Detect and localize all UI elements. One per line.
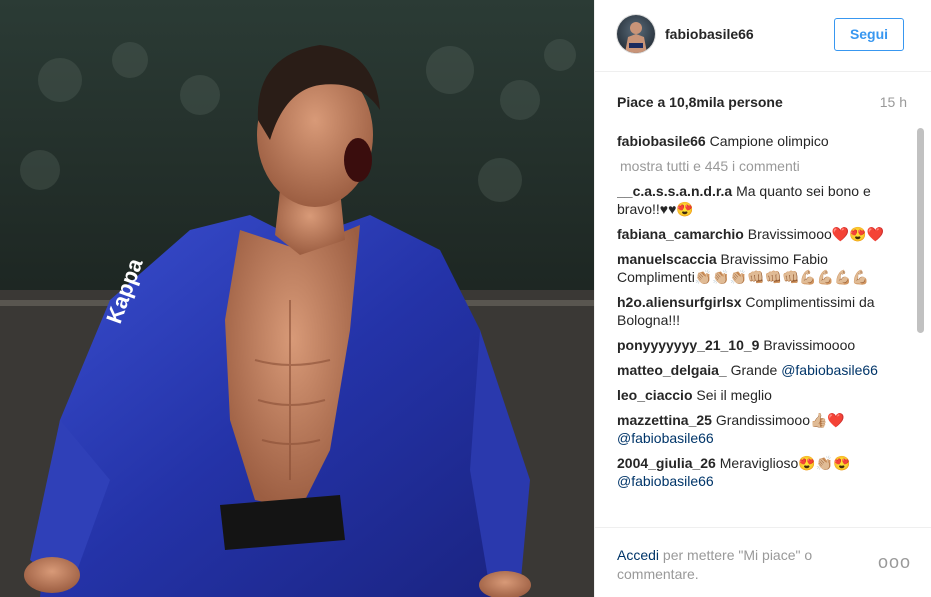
comment-username[interactable]: h2o.aliensurfgirlsx [617,294,741,310]
follow-button[interactable]: Segui [834,18,904,51]
comment-username[interactable]: leo_ciaccio [617,387,693,403]
more-options-icon[interactable]: ooo [878,552,911,573]
comment-username[interactable]: manuelscaccia [617,251,717,267]
comment-text: Bravissimoooo [763,337,856,353]
comment-text: Meraviglioso😍👏🏼😍 [719,455,851,471]
list-item: 2004_giulia_26 Meraviglioso😍👏🏼😍 @fabiobas… [617,454,900,490]
comment-mention[interactable]: @fabiobasile66 [617,473,714,489]
caption-text: Campione olimpico [709,133,829,149]
list-item: __c.a.s.s.a.n.d.r.a Ma quanto sei bono e… [617,182,900,218]
comments-list: fabiobasile66 Campione olimpico mostra t… [617,132,900,527]
post-timestamp[interactable]: 15 h [880,94,907,110]
judo-athlete-photo: Kappa [0,0,594,597]
show-all-comments-link[interactable]: mostra tutti e 445 i commenti [620,157,900,175]
header-username[interactable]: fabiobasile66 [665,26,754,42]
post-sidebar: fabiobasile66 Segui Piace a 10,8mila per… [594,0,931,597]
list-item: ponyyyyyyy_21_10_9 Bravissimoooo [617,336,900,354]
comment-username[interactable]: matteo_delgaia_ [617,362,727,378]
likes-row: Piace a 10,8mila persone 15 h [617,94,907,114]
post-photo[interactable]: Kappa [0,0,594,597]
comment-text: Sei il meglio [696,387,772,403]
caption-username[interactable]: fabiobasile66 [617,133,706,149]
comment-username[interactable]: ponyyyyyyy_21_10_9 [617,337,759,353]
comments-scrollbar[interactable] [917,128,924,526]
list-item: leo_ciaccio Sei il meglio [617,386,900,404]
login-link[interactable]: Accedi [617,547,659,563]
comment-text: Grande [730,362,782,378]
comment-username[interactable]: mazzettina_25 [617,412,712,428]
login-prompt: Accedi per mettere "Mi piace" o commenta… [617,546,837,584]
scrollbar-thumb[interactable] [917,128,924,333]
instagram-post-view: Kappa fabiobasile66 Segui Piace a 10,8mi… [0,0,931,597]
avatar-picture-icon [625,22,647,53]
list-item: matteo_delgaia_ Grande @fabiobasile66 [617,361,900,379]
list-item: h2o.aliensurfgirlsx Complimentissimi da … [617,293,900,329]
comment-text: Bravissimooo❤️😍❤️ [747,226,885,242]
list-item: fabiana_camarchio Bravissimooo❤️😍❤️ [617,225,900,243]
comment-username[interactable]: fabiana_camarchio [617,226,744,242]
comment-text: Grandissimooo👍🏼❤️ [715,412,845,428]
likes-count[interactable]: Piace a 10,8mila persone [617,94,783,110]
avatar[interactable] [617,15,655,53]
list-item: mazzettina_25 Grandissimooo👍🏼❤️@fabiobas… [617,411,900,447]
comment-username[interactable]: __c.a.s.s.a.n.d.r.a [617,183,732,199]
caption: fabiobasile66 Campione olimpico [617,132,900,150]
comment-mention[interactable]: @fabiobasile66 [617,430,714,446]
post-footer: Accedi per mettere "Mi piace" o commenta… [595,527,931,597]
comment-mention[interactable]: @fabiobasile66 [781,362,878,378]
list-item: manuelscaccia Bravissimo Fabio Complimen… [617,250,900,286]
comment-username[interactable]: 2004_giulia_26 [617,455,716,471]
post-header: fabiobasile66 Segui [595,0,931,72]
